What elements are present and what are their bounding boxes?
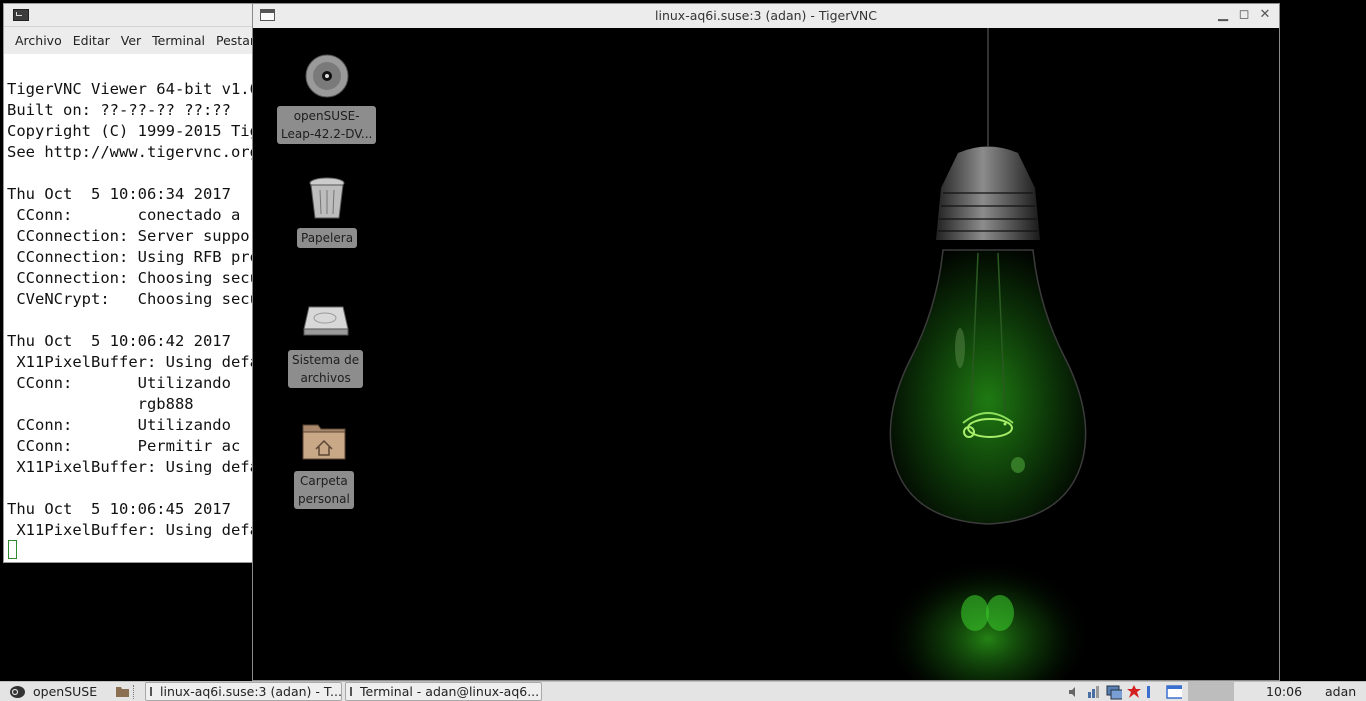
desktop-icon-filesystem[interactable]: Sistema de archivos [288, 296, 364, 388]
taskbar-task-tigervnc[interactable]: linux-aq6i.suse:3 (adan) - T... [145, 682, 342, 701]
network-icon[interactable] [1086, 684, 1102, 700]
desktop-icon-dvd[interactable]: openSUSE- Leap-42.2-DV... [277, 52, 377, 144]
close-icon[interactable]: ✕ [1258, 7, 1272, 22]
minimize-icon[interactable]: ▁ [1216, 7, 1230, 22]
menu-editar[interactable]: Editar [68, 33, 116, 48]
desktop-icon-label: Sistema de archivos [288, 350, 364, 388]
terminal-output[interactable]: TigerVNC Viewer 64-bit v1.6.0 Built on: … [4, 54, 252, 562]
terminal-text: TigerVNC Viewer 64-bit v1.6.0 Built on: … [7, 80, 252, 539]
volume-icon[interactable] [1066, 684, 1082, 700]
system-tray [1064, 682, 1234, 701]
menu-ver[interactable]: Ver [116, 33, 147, 48]
vnc-window-title: linux-aq6i.suse:3 (adan) - TigerVNC [655, 8, 877, 23]
terminal-window[interactable]: Archivo Editar Ver Terminal Pestañas Tig… [3, 3, 253, 563]
file-manager-launcher[interactable] [116, 682, 137, 701]
workspace-pager[interactable] [1188, 682, 1234, 701]
display-icon[interactable] [1106, 684, 1122, 700]
start-menu-label: openSUSE [33, 684, 98, 699]
menu-terminal[interactable]: Terminal [147, 33, 211, 48]
remote-desktop[interactable]: openSUSE- Leap-42.2-DV... Papelera Sistem… [253, 28, 1279, 680]
terminal-app-icon [13, 9, 29, 21]
terminal-titlebar[interactable] [4, 4, 252, 27]
desktop-switcher-icon[interactable] [1166, 684, 1182, 700]
lightbulb-wallpaper [883, 28, 1093, 680]
task-label: linux-aq6i.suse:3 (adan) - T... [160, 684, 342, 699]
tigervnc-window[interactable]: linux-aq6i.suse:3 (adan) - TigerVNC ▁ ◻ … [252, 3, 1280, 681]
dvd-icon [303, 52, 351, 100]
desktop-icon-home[interactable]: Carpeta personal [294, 417, 354, 509]
window-icon [150, 687, 152, 696]
desktop-icon-trash[interactable]: Papelera [297, 174, 358, 248]
terminal-menubar: Archivo Editar Ver Terminal Pestañas [4, 27, 252, 55]
tray-indicator-icon [1147, 685, 1150, 698]
desktop-icon-label: Papelera [297, 228, 358, 248]
menu-pestanas[interactable]: Pestañas [211, 33, 252, 48]
hard-drive-icon [302, 296, 350, 344]
maximize-icon[interactable]: ◻ [1237, 7, 1251, 22]
clock[interactable]: 10:06 [1266, 682, 1302, 701]
desktop-icon-label: Carpeta personal [294, 471, 354, 509]
taskbar-separator [133, 684, 136, 699]
task-label: Terminal - adan@linux-aq6... [360, 684, 540, 699]
opensuse-logo-icon [10, 685, 25, 698]
terminal-cursor [8, 540, 17, 559]
trash-icon [303, 174, 351, 222]
taskbar: openSUSE linux-aq6i.suse:3 (adan) - T...… [0, 681, 1366, 701]
menu-archivo[interactable]: Archivo [10, 33, 68, 48]
vnc-titlebar[interactable]: linux-aq6i.suse:3 (adan) - TigerVNC ▁ ◻ … [253, 4, 1279, 29]
home-folder-icon [300, 417, 348, 465]
folder-icon [116, 687, 129, 697]
start-menu-button[interactable]: openSUSE [9, 682, 97, 701]
taskbar-task-terminal[interactable]: Terminal - adan@linux-aq6... [345, 682, 542, 701]
terminal-icon [350, 687, 352, 696]
update-notifier-icon[interactable] [1126, 684, 1142, 700]
desktop-icon-label: openSUSE- Leap-42.2-DV... [277, 106, 377, 144]
user-label: adan [1325, 684, 1357, 699]
